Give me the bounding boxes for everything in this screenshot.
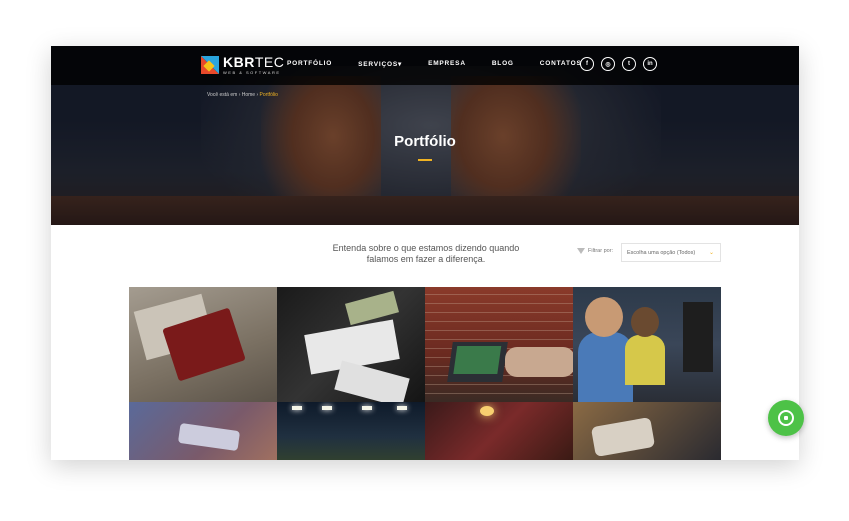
filter-icon: [577, 248, 585, 254]
nav-empresa[interactable]: EMPRESA: [428, 60, 466, 68]
breadcrumb-home[interactable]: Home: [242, 92, 255, 98]
page-title: Portfólio: [394, 133, 456, 150]
linkedin-icon[interactable]: in: [643, 57, 657, 71]
portfolio-item-kids-computers[interactable]: [573, 287, 721, 402]
filter-selected-value: Escolha uma opção (Todos): [627, 249, 696, 256]
filter-label: Filtrar por:: [577, 248, 613, 254]
chevron-down-icon: ⌄: [708, 250, 714, 256]
portfolio-item-stadium[interactable]: [277, 402, 425, 460]
hero-banner: KBRTEC WEB & SOFTWARE PORTFÓLIO SERVIÇOS…: [51, 46, 799, 225]
breadcrumb-prefix: Você está em: [207, 92, 238, 98]
breadcrumb-current: Portfólio: [259, 92, 278, 98]
nav-servicos[interactable]: SERVIÇOS▾: [358, 60, 402, 68]
whatsapp-button[interactable]: [768, 400, 804, 436]
top-navbar: KBRTEC WEB & SOFTWARE PORTFÓLIO SERVIÇOS…: [51, 46, 799, 85]
browser-page: KBRTEC WEB & SOFTWARE PORTFÓLIO SERVIÇOS…: [51, 46, 799, 460]
breadcrumb-sep: ›: [238, 92, 241, 98]
twitter-icon[interactable]: t: [622, 57, 636, 71]
portfolio-item-passport[interactable]: [129, 287, 277, 402]
whatsapp-icon: [778, 410, 794, 426]
nav-blog[interactable]: BLOG: [492, 60, 514, 68]
portfolio-item-phone[interactable]: [129, 402, 277, 460]
facebook-icon[interactable]: f: [580, 57, 594, 71]
nav-portfolio[interactable]: PORTFÓLIO: [287, 60, 332, 68]
logo-mark-icon: [201, 56, 219, 74]
logo[interactable]: KBRTEC WEB & SOFTWARE: [201, 55, 284, 75]
portfolio-item-products[interactable]: [573, 402, 721, 460]
social-links: f ◎ t in: [580, 57, 664, 71]
portfolio-item-laptop[interactable]: [425, 287, 573, 402]
intro-text: Entenda sobre o que estamos dizendo quan…: [332, 243, 520, 264]
logo-brand-bold: KBR: [223, 54, 255, 70]
filter-select[interactable]: Escolha uma opção (Todos) ⌄: [621, 243, 721, 262]
portfolio-item-restaurant[interactable]: [425, 402, 573, 460]
breadcrumb-sep: ›: [256, 92, 259, 98]
title-underline: [418, 159, 432, 161]
instagram-icon[interactable]: ◎: [601, 57, 615, 71]
filter-label-text: Filtrar por:: [588, 248, 614, 254]
logo-tagline: WEB & SOFTWARE: [223, 70, 281, 75]
breadcrumb: Você está em › Home › Portfólio: [207, 92, 278, 98]
main-menu: PORTFÓLIO SERVIÇOS▾ EMPRESA BLOG CONTATO…: [287, 60, 608, 68]
nav-contatos[interactable]: CONTATOS: [540, 60, 582, 68]
logo-brand-light: TEC: [254, 54, 285, 70]
portfolio-item-finance[interactable]: [277, 287, 425, 402]
